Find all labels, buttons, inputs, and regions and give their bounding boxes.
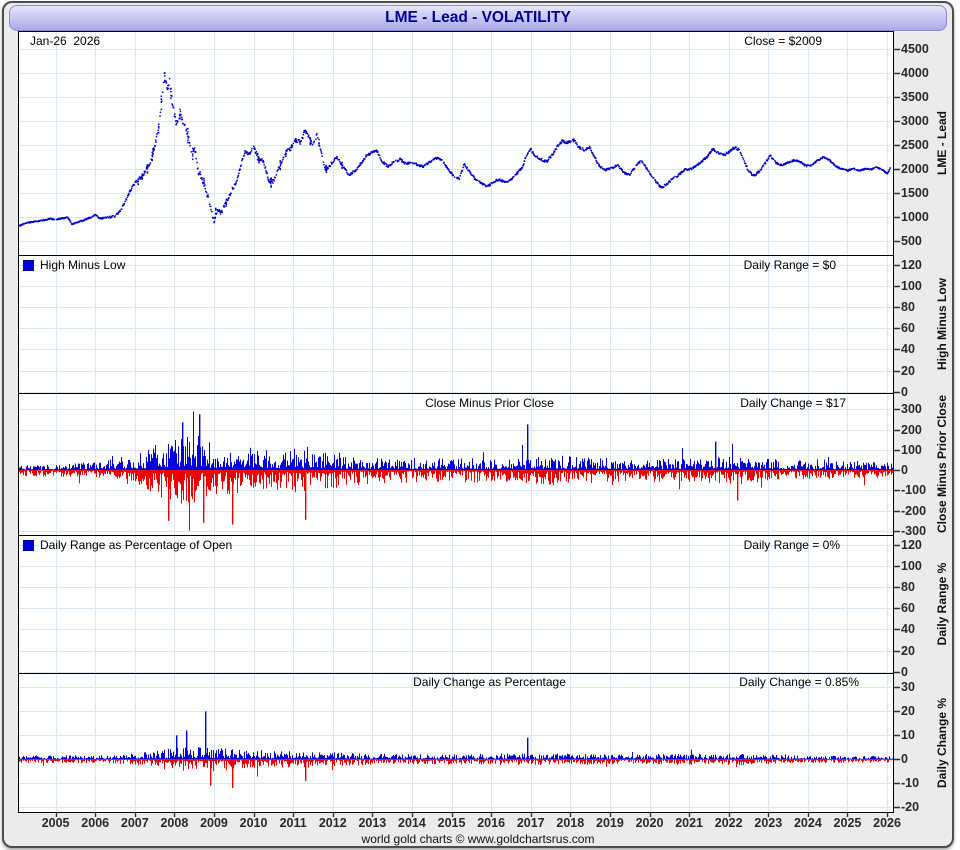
y-axis-title-high-minus-low: High Minus Low	[935, 278, 949, 370]
x-axis-year-label: 2019	[596, 816, 624, 830]
close-value-label: Close = $2009	[744, 34, 822, 48]
y-tick-label: 500	[901, 233, 922, 248]
x-axis-year-label: 2010	[239, 816, 268, 830]
y-axis-title-price: LME - Lead	[935, 110, 949, 176]
x-axis-year-label: 2024	[793, 816, 822, 830]
daily-change-pct-panel-canvas	[18, 673, 948, 819]
x-axis-year-label: 2006	[81, 816, 110, 830]
x-axis-year-label: 2017	[516, 816, 545, 830]
price-panel-canvas	[18, 31, 948, 256]
y-tick-label: 3500	[901, 90, 929, 105]
legend-swatch-icon	[23, 259, 34, 271]
x-axis-year-label: 2016	[477, 816, 506, 830]
x-axis-year-label: 2025	[833, 816, 862, 830]
y-tick-label: 30	[901, 680, 915, 695]
x-axis-year-label: 2015	[437, 816, 466, 830]
daily-change-pct-value-label: Daily Change = 0.85%	[739, 675, 859, 689]
x-axis-year-label: 2022	[714, 816, 743, 830]
x-axis-year-label: 2005	[41, 816, 70, 830]
y-axis-title-close-minus-prior-close: Close Minus Prior Close	[935, 394, 949, 534]
daily-range-pct-legend: Daily Range as Percentage of Open	[23, 538, 232, 552]
daily-range-value-label: Daily Range = $0	[743, 258, 836, 272]
y-tick-label: 120	[901, 257, 922, 272]
x-axis-year-label: 2011	[279, 816, 307, 830]
y-tick-label: 4500	[901, 42, 929, 57]
y-axis-title-daily-change-pct: Daily Change %	[935, 697, 949, 788]
daily-range-pct-panel-canvas	[18, 535, 948, 674]
x-axis-year-label: 2013	[358, 816, 387, 830]
y-tick-label: -20	[901, 800, 920, 815]
x-axis-year-label: 2026	[873, 816, 901, 830]
x-axis-year-label: 2020	[635, 816, 664, 830]
daily-range-pct-value-label: Daily Range = 0%	[743, 538, 840, 552]
x-axis-year-label: 2009	[200, 816, 228, 830]
chart-title-bar: LME - Lead - VOLATILITY	[9, 5, 947, 31]
y-tick-label: 1000	[901, 209, 929, 224]
y-axis-title-daily-range-pct: Daily Range %	[935, 562, 949, 646]
y-tick-label: 120	[901, 537, 922, 552]
y-tick-label: 0	[901, 664, 908, 679]
y-tick-label: 1500	[901, 185, 929, 200]
high-minus-low-legend: High Minus Low	[23, 258, 125, 272]
chart-title: LME - Lead - VOLATILITY	[385, 9, 571, 26]
close-minus-prior-close-panel-canvas	[18, 393, 948, 536]
daily-range-pct-legend-label: Daily Range as Percentage of Open	[40, 538, 233, 552]
high-minus-low-panel-canvas	[18, 255, 948, 394]
y-tick-label: 4000	[901, 66, 929, 81]
high-minus-low-legend-label: High Minus Low	[40, 258, 126, 272]
chart-date-label: Jan-26 2026	[30, 34, 101, 48]
x-axis-year-label: 2008	[160, 816, 189, 830]
legend-swatch-icon	[23, 539, 34, 551]
x-axis-year-label: 2018	[556, 816, 585, 830]
chart-frame: LME - Lead - VOLATILITY Jan-26 2026 Clos…	[2, 1, 954, 848]
x-axis-year-label: 2007	[120, 816, 149, 830]
x-axis-year-label: 2012	[318, 816, 347, 830]
x-axis-year-label: 2021	[675, 816, 703, 830]
x-axis-year-label: 2014	[398, 816, 426, 830]
y-tick-label: 20	[901, 643, 915, 658]
daily-change-value-label: Daily Change = $17	[740, 396, 846, 410]
x-axis-year-label: 2023	[754, 816, 783, 830]
footer-credit: world gold charts © www.goldchartsrus.co…	[361, 832, 595, 846]
